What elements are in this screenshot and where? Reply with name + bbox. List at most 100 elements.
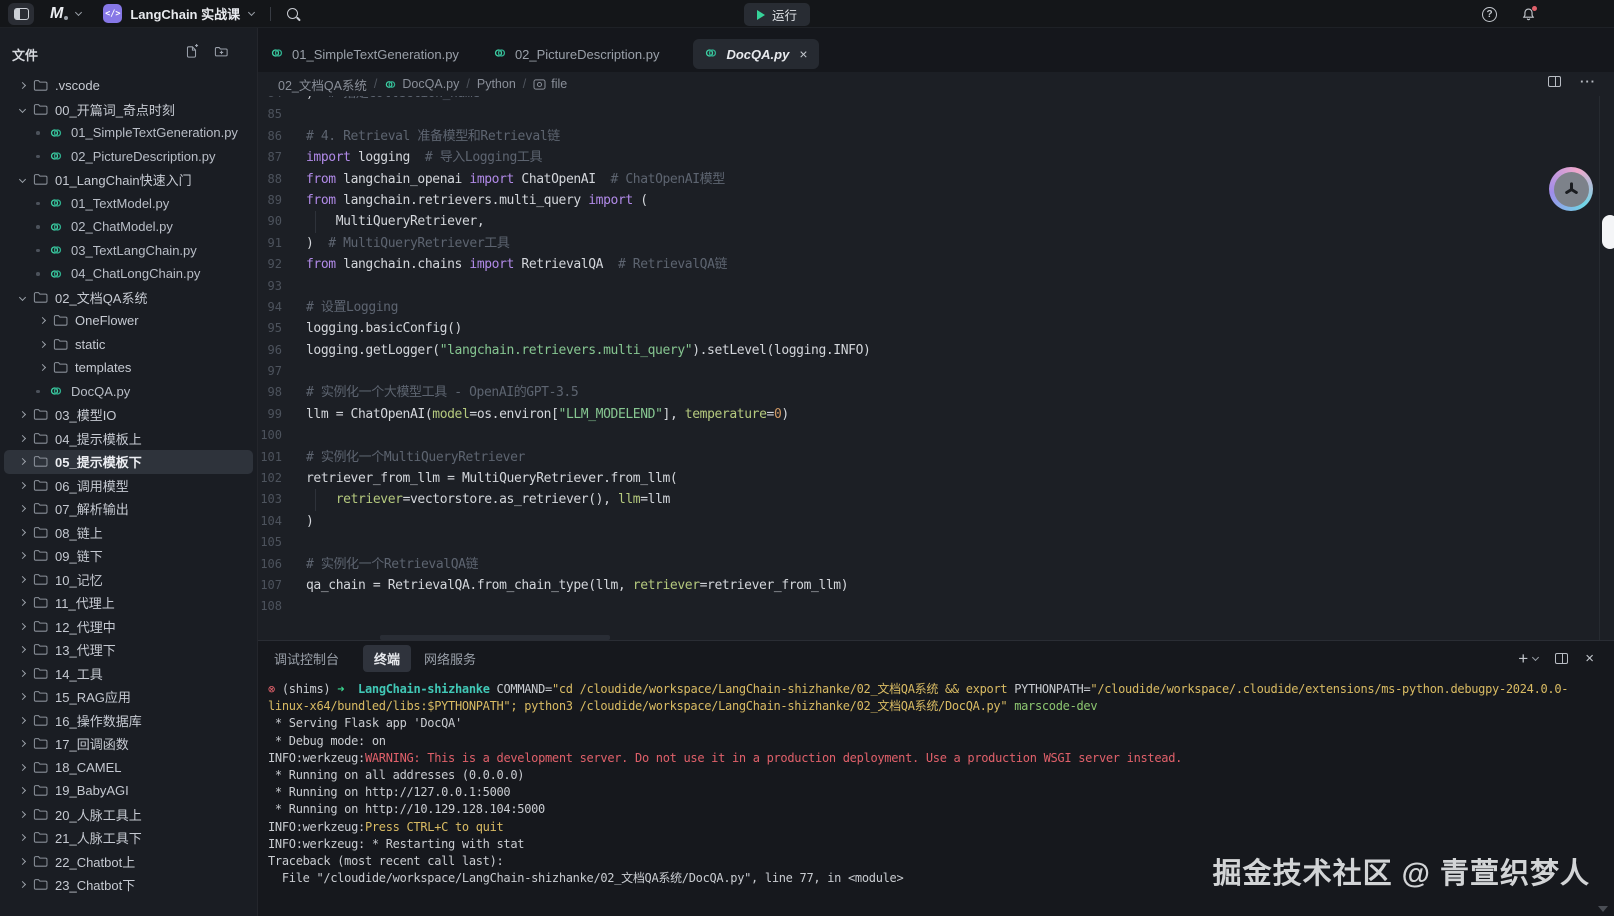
tree-file-02_ChatModel.py[interactable]: 02_ChatModel.py [4,215,253,239]
tree-folder-17_回调函数[interactable]: 17_回调函数 [4,732,253,756]
tab-terminal[interactable]: 终端 [363,645,411,672]
close-panel-icon[interactable]: × [1585,650,1594,667]
tree-file-01_SimpleTextGeneration.py[interactable]: 01_SimpleTextGeneration.py [4,121,253,145]
close-tab-icon[interactable]: × [799,46,807,62]
tree-folder-04_提示模板上[interactable]: 04_提示模板上 [4,427,253,451]
chevron-down-icon[interactable] [75,8,82,15]
line-number: 92 [258,254,306,275]
editor-tab-01_SimpleTextGeneration.py[interactable]: 01_SimpleTextGeneration.py [270,39,459,69]
code-line-98[interactable]: 98# 实例化一个大模型工具 - OpenAI的GPT-3.5 [258,382,1614,403]
new-file-icon[interactable] [184,44,199,64]
code-line-93[interactable]: 93 [258,276,1614,297]
code-line-99[interactable]: 99llm = ChatOpenAI(model=os.environ["LLM… [258,404,1614,425]
code-line-91[interactable]: 91) # MultiQueryRetriever工具 [258,233,1614,254]
tree-file-02_PictureDescription.py[interactable]: 02_PictureDescription.py [4,145,253,169]
tree-folder-static[interactable]: static [4,333,253,357]
code-line-89[interactable]: 89from langchain.retrievers.multi_query … [258,190,1614,211]
tree-folder-09_链下[interactable]: 09_链下 [4,544,253,568]
code-line-96[interactable]: 96logging.getLogger("langchain.retriever… [258,340,1614,361]
tree-folder-22_Chatbot上[interactable]: 22_Chatbot上 [4,850,253,874]
folder-icon [53,313,68,328]
breadcrumb-language[interactable]: Python [477,77,516,91]
code-editor[interactable]: 84) # 指定collection_name8586# 4. Retrieva… [258,96,1614,640]
tree-folder-19_BabyAGI[interactable]: 19_BabyAGI [4,779,253,803]
tree-folder-03_模型IO[interactable]: 03_模型IO [4,403,253,427]
code-line-101[interactable]: 101# 实例化一个MultiQueryRetriever [258,447,1614,468]
code-line-90[interactable]: 90 MultiQueryRetriever, [258,211,1614,232]
more-actions-icon[interactable]: ··· [1580,74,1596,89]
tree-folder-21_人脉工具下[interactable]: 21_人脉工具下 [4,826,253,850]
tree-file-01_TextModel.py[interactable]: 01_TextModel.py [4,192,253,216]
split-terminal-icon[interactable] [1555,653,1568,664]
tree-folder-18_CAMEL[interactable]: 18_CAMEL [4,756,253,780]
tree-folder-16_操作数据库[interactable]: 16_操作数据库 [4,709,253,733]
run-button[interactable]: 运行 [744,3,810,26]
code-line-106[interactable]: 106# 实例化一个RetrievalQA链 [258,554,1614,575]
code-line-100[interactable]: 100 [258,425,1614,446]
tree-folder-OneFlower[interactable]: OneFlower [4,309,253,333]
tree-file-DocQA.py[interactable]: DocQA.py [4,380,253,404]
chevron-right-icon [38,341,45,348]
tree-folder-00_开篇词_奇点时刻[interactable]: 00_开篇词_奇点时刻 [4,98,253,122]
code-line-87[interactable]: 87import logging # 导入Logging工具 [258,147,1614,168]
code-line-97[interactable]: 97 [258,361,1614,382]
chevron-right-icon [18,670,25,677]
chevron-down-icon[interactable] [248,8,255,15]
code-line-85[interactable]: 85 [258,104,1614,125]
code-line-94[interactable]: 94# 设置Logging [258,297,1614,318]
code-line-92[interactable]: 92from langchain.chains import Retrieval… [258,254,1614,275]
folder-icon [33,713,48,728]
tree-folder-10_记忆[interactable]: 10_记忆 [4,568,253,592]
breadcrumb-kind[interactable]: file [533,77,567,91]
tree-folder-15_RAG应用[interactable]: 15_RAG应用 [4,685,253,709]
line-number: 87 [258,147,306,168]
code-line-88[interactable]: 88from langchain_openai import ChatOpenA… [258,169,1614,190]
search-icon[interactable] [287,8,298,19]
tree-folder-23_Chatbot下[interactable]: 23_Chatbot下 [4,873,253,897]
breadcrumb-folder[interactable]: 02_文档QA系统 [278,75,367,94]
tree-folder-02_文档QA系统[interactable]: 02_文档QA系统 [4,286,253,310]
tree-folder-06_调用模型[interactable]: 06_调用模型 [4,474,253,498]
line-number: 86 [258,126,306,147]
line-number: 89 [258,190,306,211]
tree-folder-11_代理上[interactable]: 11_代理上 [4,591,253,615]
split-editor-icon[interactable] [1548,76,1561,87]
tree-folder-templates[interactable]: templates [4,356,253,380]
code-line-104[interactable]: 104) [258,511,1614,532]
code-line-107[interactable]: 107qa_chain = RetrievalQA.from_chain_typ… [258,575,1614,596]
help-icon[interactable]: ? [1482,7,1497,22]
tree-file-03_TextLangChain.py[interactable]: 03_TextLangChain.py [4,239,253,263]
workspace-title[interactable]: LangChain 实战课 [130,4,240,23]
tree-folder-12_代理中[interactable]: 12_代理中 [4,615,253,639]
folder-icon [33,666,48,681]
editor-tab-02_PictureDescription.py[interactable]: 02_PictureDescription.py [493,39,660,69]
scrollbar-thumb[interactable] [1602,215,1614,249]
tree-folder-.vscode[interactable]: .vscode [4,74,253,98]
notifications-bell-icon[interactable] [1521,7,1536,22]
code-line-108[interactable]: 108 [258,596,1614,617]
toggle-sidebar-button[interactable] [8,3,34,25]
code-line-84[interactable]: 84) # 指定collection_name [258,96,1614,104]
tree-file-04_ChatLongChain.py[interactable]: 04_ChatLongChain.py [4,262,253,286]
tree-folder-14_工具[interactable]: 14_工具 [4,662,253,686]
tree-folder-13_代理下[interactable]: 13_代理下 [4,638,253,662]
tree-item-label: 13_代理下 [55,640,116,659]
code-line-86[interactable]: 86# 4. Retrieval 准备模型和Retrieval链 [258,126,1614,147]
ai-assistant-button[interactable] [1549,167,1593,211]
tab-network[interactable]: 网络服务 [424,649,476,668]
new-folder-icon[interactable] [214,44,229,64]
code-line-105[interactable]: 105 [258,532,1614,553]
breadcrumb-file[interactable]: DocQA.py [384,77,459,91]
editor-tab-DocQA.py[interactable]: DocQA.py× [693,39,818,69]
tree-folder-20_人脉工具上[interactable]: 20_人脉工具上 [4,803,253,827]
tab-debug-console[interactable]: 调试控制台 [274,649,339,668]
tree-folder-07_解析输出[interactable]: 07_解析输出 [4,497,253,521]
modified-dot [30,272,46,276]
tree-folder-08_链上[interactable]: 08_链上 [4,521,253,545]
tree-folder-05_提示模板下[interactable]: 05_提示模板下 [4,450,253,474]
code-line-103[interactable]: 103 retriever=vectorstore.as_retriever()… [258,489,1614,510]
code-line-95[interactable]: 95logging.basicConfig() [258,318,1614,339]
new-terminal-button[interactable]: + [1518,650,1538,667]
code-line-102[interactable]: 102retriever_from_llm = MultiQueryRetrie… [258,468,1614,489]
tree-folder-01_LangChain快速入门[interactable]: 01_LangChain快速入门 [4,168,253,192]
